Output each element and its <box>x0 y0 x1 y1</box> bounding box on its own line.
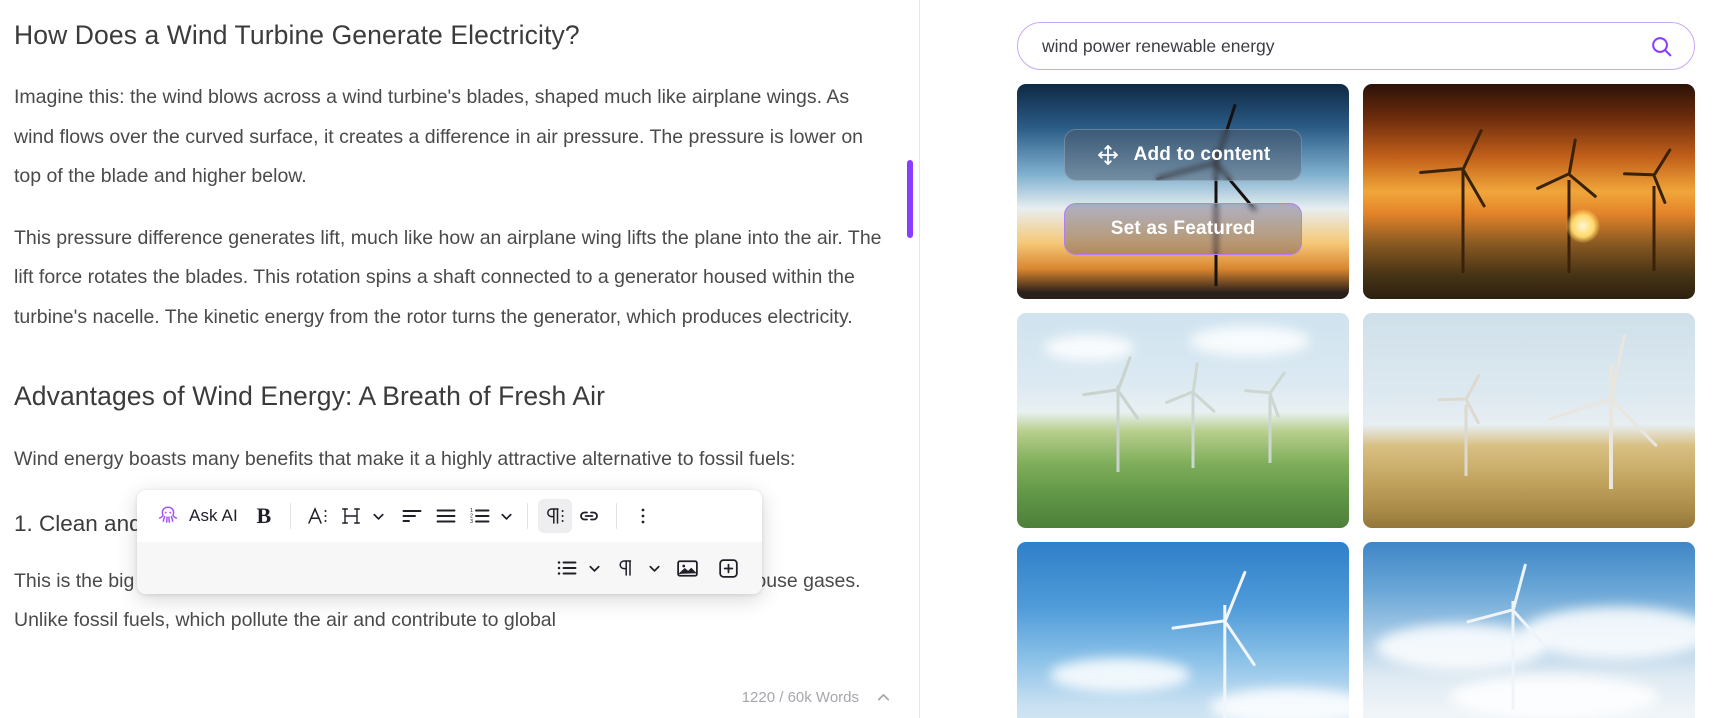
editor-pane: How Does a Wind Turbine Generate Electri… <box>0 0 1005 718</box>
plus-icon <box>716 556 741 581</box>
text-style-icon <box>306 504 330 528</box>
chevron-down-icon <box>371 509 386 524</box>
list-numbered-icon: 1 2 3 <box>468 504 492 528</box>
heading-dropdown-button[interactable] <box>369 499 389 533</box>
image-card-1[interactable] <box>1363 84 1695 299</box>
ordered-list-button[interactable]: 1 2 3 <box>463 499 497 533</box>
heading-icon <box>340 504 364 528</box>
paragraph-icon <box>543 504 567 528</box>
insert-image-button[interactable] <box>670 551 705 585</box>
toolbar-divider-3 <box>615 503 617 529</box>
set-as-featured-button[interactable]: Set as Featured <box>1064 202 1302 255</box>
collapse-toolbar-button[interactable] <box>875 689 892 706</box>
align-left-icon <box>400 504 424 528</box>
heading-button[interactable] <box>335 499 369 533</box>
search-icon[interactable] <box>1646 31 1676 61</box>
page-title: How Does a Wind Turbine Generate Electri… <box>14 20 580 50</box>
word-count-label: 1220 / 60k Words <box>741 689 859 706</box>
floating-format-toolbar: Ask AI B 1 2 3 <box>137 490 762 594</box>
paragraph-2: This pressure difference generates lift,… <box>14 226 882 328</box>
ask-ai-label: Ask AI <box>189 506 238 525</box>
bold-icon: B <box>256 503 272 528</box>
search-bar <box>1017 22 1695 70</box>
block-paragraph-button[interactable] <box>610 551 644 585</box>
block-list-button[interactable] <box>550 551 584 585</box>
image-icon <box>675 556 700 581</box>
move-arrows-icon <box>1096 143 1120 167</box>
image-search-panel: Add to content Set as Featured <box>1005 0 1713 718</box>
toolbar-row-primary: Ask AI B 1 2 3 <box>137 490 762 542</box>
search-box[interactable] <box>1017 22 1695 70</box>
image-card-3[interactable] <box>1363 313 1695 528</box>
svg-text:3: 3 <box>470 519 473 525</box>
paragraph-3: Wind energy boasts many benefits that ma… <box>14 447 796 470</box>
list-dropdown-button[interactable] <box>497 499 517 533</box>
app-root: How Does a Wind Turbine Generate Electri… <box>0 0 1713 718</box>
more-options-button[interactable] <box>627 499 659 533</box>
search-input[interactable] <box>1042 35 1646 57</box>
link-button[interactable] <box>572 499 606 533</box>
pane-divider <box>919 0 920 718</box>
list-bullet-icon <box>555 556 579 580</box>
paragraph-icon <box>615 556 639 580</box>
chevron-down-icon <box>587 561 602 576</box>
align-left-button[interactable] <box>395 499 429 533</box>
image-hover-overlay: Add to content Set as Featured <box>1017 84 1349 299</box>
more-vertical-icon <box>632 505 654 527</box>
section-heading-advantages: Advantages of Wind Energy: A Breath of F… <box>14 381 606 412</box>
link-icon <box>577 504 601 528</box>
add-to-content-label: Add to content <box>1133 143 1271 165</box>
block-paragraph-dropdown-button[interactable] <box>644 551 664 585</box>
paragraph-style-button[interactable] <box>537 499 572 533</box>
toolbar-divider-1 <box>289 503 291 529</box>
text-style-button[interactable] <box>301 499 335 533</box>
editor-scrollbar-thumb[interactable] <box>907 160 913 238</box>
list-bullet-icon <box>434 504 458 528</box>
image-results-grid: Add to content Set as Featured <box>1017 84 1695 718</box>
chevron-down-icon <box>647 561 662 576</box>
ask-ai-button[interactable]: Ask AI <box>151 499 248 533</box>
paragraph-1: Imagine this: the wind blows across a wi… <box>14 86 864 188</box>
toolbar-divider-2 <box>526 503 528 529</box>
set-as-featured-label: Set as Featured <box>1110 217 1256 239</box>
toolbar-row-secondary <box>137 542 762 594</box>
block-list-dropdown-button[interactable] <box>584 551 604 585</box>
image-card-0[interactable]: Add to content Set as Featured <box>1017 84 1349 299</box>
align-justify-button[interactable] <box>429 499 463 533</box>
image-card-5[interactable] <box>1363 542 1695 718</box>
bold-button[interactable]: B <box>248 499 280 533</box>
add-to-content-button[interactable]: Add to content <box>1064 128 1302 181</box>
word-counter: 1220 / 60k Words <box>742 689 892 706</box>
octopus-icon <box>155 503 181 529</box>
chevron-down-icon <box>499 509 514 524</box>
add-block-button[interactable] <box>711 551 746 585</box>
image-card-4[interactable] <box>1017 542 1349 718</box>
image-card-2[interactable] <box>1017 313 1349 528</box>
